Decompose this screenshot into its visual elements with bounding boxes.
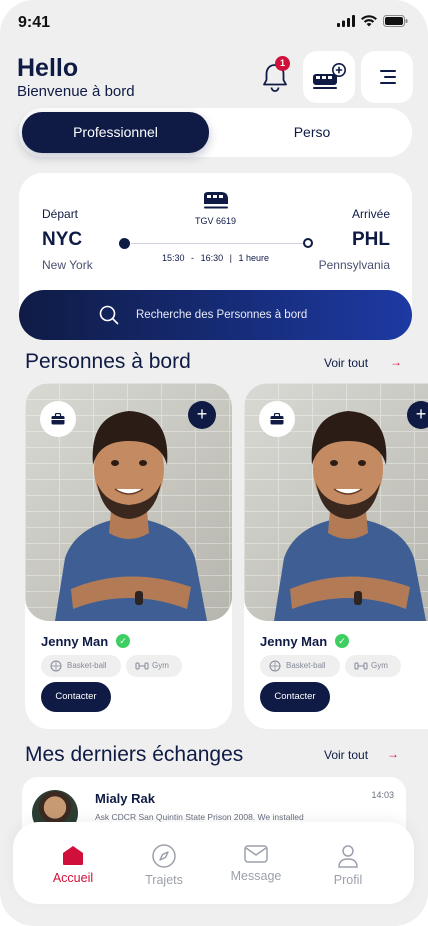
contact-button[interactable]: Contacter <box>41 682 111 712</box>
verified-icon: ✓ <box>335 634 349 648</box>
home-icon <box>63 846 83 865</box>
status-time: 9:41 <box>18 14 51 31</box>
nav-label: Message <box>230 869 282 883</box>
dumbbell-icon <box>354 662 368 670</box>
trip-times: 15:30 - 16:30 | 1 heure <box>19 253 412 263</box>
search-placeholder: Recherche des Personnes à bord <box>136 309 308 321</box>
route-end-dot <box>303 238 313 248</box>
compass-icon <box>152 844 176 868</box>
segmented-control: Professionnel Perso <box>19 108 412 157</box>
work-badge <box>40 401 76 437</box>
tag-basketball: Basket-ball <box>260 655 340 677</box>
tag-basketball: Basket-ball <box>41 655 121 677</box>
status-icons <box>337 15 408 27</box>
work-badge <box>259 401 295 437</box>
battery-icon <box>383 15 408 27</box>
notification-badge: 1 <box>275 56 290 71</box>
menu-icon <box>380 70 396 84</box>
tag-label: Basket-ball <box>67 661 107 670</box>
train-add-icon <box>313 63 346 89</box>
trip-card: Départ NYC New York Arrivée PHL Pennsylv… <box>19 173 412 340</box>
tab-professionnel[interactable]: Professionnel <box>22 112 209 153</box>
message-time: 14:03 <box>371 790 394 800</box>
user-icon <box>338 845 358 868</box>
nav-label: Accueil <box>52 871 94 885</box>
nav-message[interactable]: Message <box>221 844 291 883</box>
depart-time: 15:30 <box>162 253 185 263</box>
tag-label: Gym <box>152 661 169 670</box>
search-icon <box>99 305 119 325</box>
departure-code: NYC <box>42 229 83 250</box>
message-preview: Ask CDCR San Quintin State Prison 2008. … <box>95 812 304 822</box>
arrival-code: PHL <box>352 229 390 250</box>
train-icon <box>204 192 228 209</box>
person-photo: + <box>25 383 232 621</box>
nav-profil[interactable]: Profil <box>313 844 383 887</box>
tag-gym: Gym <box>345 655 401 677</box>
time-separator: - <box>191 253 195 263</box>
greeting-subtitle: Bienvenue à bord <box>17 83 135 100</box>
status-bar: 9:41 <box>0 0 428 44</box>
person-card[interactable]: + Jenny Man ✓ Basket-ball Gym Contacter <box>25 383 232 729</box>
person-name: Jenny Man <box>260 634 328 649</box>
nav-accueil[interactable]: Accueil <box>38 844 108 885</box>
arrive-time: 16:30 <box>200 253 224 263</box>
menu-button[interactable] <box>361 51 413 103</box>
tag-gym: Gym <box>126 655 182 677</box>
search-bar[interactable]: Recherche des Personnes à bord <box>19 290 412 340</box>
basketball-icon <box>50 660 62 672</box>
tab-perso[interactable]: Perso <box>215 112 409 153</box>
arrow-right-icon[interactable]: → <box>387 747 399 761</box>
message-sender: Mialy Rak <box>95 791 155 806</box>
people-see-all-link[interactable]: Voir tout <box>324 356 368 370</box>
tag-label: Gym <box>371 661 388 670</box>
contact-button[interactable]: Contacter <box>260 682 330 712</box>
tag-label: Basket-ball <box>286 661 326 670</box>
duration-separator: | <box>229 253 232 263</box>
wifi-icon <box>361 15 377 27</box>
briefcase-icon <box>51 413 65 425</box>
person-photo: + <box>244 383 428 621</box>
trip-duration: 1 heure <box>238 253 269 263</box>
route-line <box>131 243 303 244</box>
verified-icon: ✓ <box>116 634 130 648</box>
nav-label: Trajets <box>145 873 183 887</box>
messages-section-title: Mes derniers échanges <box>25 743 244 766</box>
route-start-dot <box>119 238 130 249</box>
messages-see-all-link[interactable]: Voir tout <box>324 748 368 762</box>
basketball-icon <box>269 660 281 672</box>
add-trip-button[interactable] <box>303 51 355 103</box>
bottom-nav: Accueil Trajets Message Profil <box>13 822 414 904</box>
nav-label: Profil <box>333 873 363 887</box>
arrow-right-icon[interactable]: → <box>390 355 402 369</box>
signal-icon <box>337 15 355 27</box>
people-section-title: Personnes à bord <box>25 350 191 373</box>
dumbbell-icon <box>135 662 149 670</box>
nav-trajets[interactable]: Trajets <box>129 844 199 887</box>
greeting: Hello Bienvenue à bord <box>17 54 135 100</box>
add-person-button[interactable]: + <box>188 401 216 429</box>
briefcase-icon <box>270 413 284 425</box>
mail-icon <box>244 845 268 863</box>
person-name: Jenny Man <box>41 634 109 649</box>
app-screen: 9:41 Hello Bienvenue à bord 1 Profession… <box>0 0 428 926</box>
person-card[interactable]: + Jenny Man ✓ Basket-ball Gym Contacter <box>244 383 428 729</box>
train-number: TGV 6619 <box>194 216 237 226</box>
add-person-button[interactable]: + <box>407 401 428 429</box>
greeting-title: Hello <box>17 54 79 82</box>
